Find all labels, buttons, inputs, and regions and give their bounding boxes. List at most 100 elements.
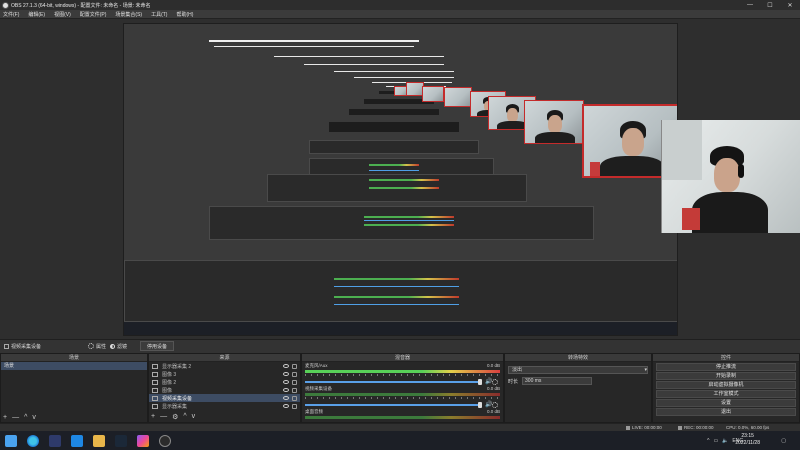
- speaker-icon[interactable]: 🔊: [485, 401, 492, 408]
- slider-handle[interactable]: [478, 378, 482, 385]
- channel-name: 视频采集设备: [305, 386, 332, 391]
- cpu-status: CPU: 0.0%, 60.00 fps: [726, 425, 770, 430]
- webcam-source-preview[interactable]: [661, 120, 800, 233]
- lock-icon[interactable]: [292, 363, 297, 369]
- app-icon[interactable]: [49, 434, 61, 447]
- deactivate-device-button[interactable]: 停用设备: [140, 341, 175, 351]
- windows-taskbar: [0, 431, 800, 450]
- menu-view[interactable]: 视图(V): [51, 11, 77, 18]
- mixer-title: 混音器: [302, 354, 503, 362]
- start-recording-button[interactable]: 开始录制: [656, 372, 796, 380]
- nested-dock-4: [329, 122, 459, 132]
- eye-icon[interactable]: [283, 380, 289, 384]
- lock-icon[interactable]: [292, 387, 297, 393]
- source-item[interactable]: 视频采集设备: [149, 394, 300, 402]
- source-config-button[interactable]: ⚙: [172, 413, 178, 421]
- menu-edit[interactable]: 编辑(E): [25, 11, 51, 18]
- eye-icon[interactable]: [283, 404, 289, 408]
- volume-icon[interactable]: 🔈: [722, 438, 728, 444]
- controls-dock: 控件 停止推流 开始录制 启动虚拟摄像机 工作室模式 设置 退出: [652, 353, 800, 423]
- monitor-icon: [152, 363, 158, 369]
- source-item[interactable]: 显示器采集 2: [149, 362, 300, 370]
- chevron-down-icon: ▾: [644, 367, 647, 373]
- eye-icon[interactable]: [283, 364, 289, 368]
- lock-icon[interactable]: [292, 403, 297, 409]
- start-virtual-camera-button[interactable]: 启动虚拟摄像机: [656, 381, 796, 389]
- windows-start-icon[interactable]: [5, 434, 17, 447]
- notification-icon[interactable]: ▢: [781, 438, 786, 444]
- close-button[interactable]: ✕: [780, 2, 800, 9]
- edge-browser-icon[interactable]: [27, 434, 39, 447]
- properties-button[interactable]: 属性: [88, 341, 106, 351]
- menu-bar: 文件(F) 编辑(E) 视图(V) 配置文件(P) 场景集合(S) 工具(T) …: [0, 10, 800, 19]
- channel-db: 0.0 dB: [486, 363, 500, 368]
- network-icon[interactable]: ▭: [713, 438, 718, 444]
- folder-icon[interactable]: [93, 434, 105, 447]
- stop-streaming-button[interactable]: 停止推流: [656, 363, 796, 371]
- source-item[interactable]: 图像 3: [149, 370, 300, 378]
- slider-handle[interactable]: [478, 401, 482, 408]
- nested-dock-3: [349, 109, 439, 115]
- menu-tools[interactable]: 工具(T): [148, 11, 173, 18]
- maximize-button[interactable]: ☐: [760, 2, 780, 9]
- steam-icon[interactable]: [115, 434, 127, 447]
- menu-help[interactable]: 帮助(H): [173, 11, 199, 18]
- sources-title: 来源: [149, 354, 300, 362]
- source-down-button[interactable]: v: [192, 413, 196, 421]
- exit-button[interactable]: 退出: [656, 408, 796, 416]
- app-icon[interactable]: [137, 434, 149, 447]
- status-bar: LIVE: 00:00:00 REC: 00:00:00 CPU: 0.0%, …: [0, 423, 800, 431]
- eye-icon[interactable]: [283, 388, 289, 392]
- lock-icon[interactable]: [292, 379, 297, 385]
- volume-slider[interactable]: [305, 401, 482, 408]
- scenes-title: 场景: [1, 354, 147, 362]
- clock-date: 2022/11/28: [735, 440, 760, 446]
- add-source-button[interactable]: +: [151, 413, 155, 421]
- chevron-up-icon[interactable]: ^: [707, 438, 709, 444]
- nested-fader-3: [334, 286, 459, 287]
- nested-meter-7: [334, 296, 459, 298]
- menu-profile[interactable]: 配置文件(P): [77, 11, 113, 18]
- obs-taskbar-icon[interactable]: [159, 434, 171, 447]
- source-up-button[interactable]: ^: [183, 413, 186, 421]
- nested-fader-1: [369, 170, 419, 171]
- minimize-button[interactable]: —: [740, 2, 760, 8]
- speaker-icon[interactable]: 🔊: [485, 378, 492, 385]
- add-scene-button[interactable]: +: [3, 414, 7, 421]
- lock-icon[interactable]: [292, 395, 297, 401]
- remove-source-button[interactable]: —: [160, 413, 167, 421]
- remove-scene-button[interactable]: —: [12, 414, 19, 421]
- source-item[interactable]: 图像 2: [149, 378, 300, 386]
- nested-webcam-7: [524, 100, 584, 144]
- scene-up-button[interactable]: ^: [24, 414, 27, 421]
- transitions-title: 转场特效: [505, 354, 651, 362]
- volume-slider[interactable]: [305, 378, 482, 385]
- nested-window-1: [209, 40, 419, 42]
- menu-file[interactable]: 文件(F): [0, 11, 25, 18]
- filters-button[interactable]: 滤镜: [110, 341, 127, 351]
- gear-icon[interactable]: [492, 401, 498, 408]
- studio-mode-button[interactable]: 工作室模式: [656, 390, 796, 398]
- gear-icon[interactable]: [492, 378, 498, 385]
- scene-down-button[interactable]: v: [32, 414, 36, 421]
- nested-dock-9: [124, 260, 677, 322]
- source-item[interactable]: 显示器采集: [149, 402, 300, 410]
- lock-icon[interactable]: [292, 371, 297, 377]
- eye-icon[interactable]: [283, 396, 289, 400]
- properties-label: 属性: [96, 343, 107, 350]
- eye-icon[interactable]: [283, 372, 289, 376]
- scene-item[interactable]: 场景: [1, 362, 147, 370]
- gear-icon: [88, 343, 94, 349]
- nested-meter-2: [369, 179, 439, 181]
- transition-select[interactable]: 淡出 ▾: [508, 366, 648, 374]
- channel-db: 0.0 dB: [486, 409, 500, 414]
- preview-area[interactable]: [0, 19, 800, 339]
- menu-scene-collection[interactable]: 场景集合(S): [112, 11, 148, 18]
- app-icon[interactable]: [71, 434, 83, 447]
- duration-input[interactable]: 300 ms: [522, 377, 593, 385]
- source-item[interactable]: 图像: [149, 386, 300, 394]
- preview-canvas[interactable]: [123, 23, 678, 336]
- selected-source-name: 视频采集设备: [11, 343, 42, 350]
- taskbar-clock[interactable]: 23:15 2022/11/28: [735, 433, 760, 447]
- settings-button[interactable]: 设置: [656, 399, 796, 407]
